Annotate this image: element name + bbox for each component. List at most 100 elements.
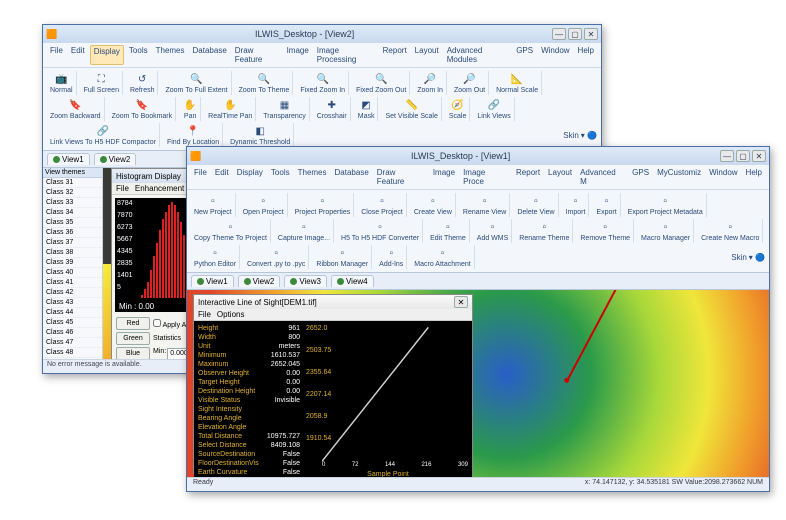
ribbon-ribbon-manager[interactable]: ▫Ribbon Manager [313,245,372,269]
ribbon-capture-image---[interactable]: ▫Capture Image... [275,219,334,243]
ribbon-zoom-backward[interactable]: 🔖Zoom Backward [47,97,105,121]
menu-report[interactable]: Report [513,167,543,187]
menu-tools[interactable]: Tools [126,45,151,65]
ribbon-export-project-metadata[interactable]: ▫Export Project Metadata [625,193,707,217]
class-item[interactable]: Class 42 [43,288,102,298]
ribbon[interactable]: 📺Normal⛶Full Screen↺Refresh🔍Zoom To Full… [43,68,601,151]
menu-edit[interactable]: Edit [68,45,88,65]
ribbon-pan[interactable]: ✋Pan [180,97,201,121]
red-button[interactable]: Red [116,317,150,330]
menu-mycustomiz[interactable]: MyCustomiz [654,167,704,187]
menu-report[interactable]: Report [380,45,410,65]
menubar[interactable]: FileEditDisplayToolsThemesDatabaseDraw F… [43,43,601,68]
ribbon-mask[interactable]: ◩Mask [355,97,379,121]
titlebar[interactable]: 🟧 ILWIS_Desktop - [View1] — ▢ ✕ [187,147,769,165]
ribbon-delete-view[interactable]: ▫Delete View [514,193,558,217]
class-item[interactable]: Class 34 [43,208,102,218]
dem-canvas[interactable]: Interactive Line of Sight[DEM1.tif] ✕ Fi… [187,290,769,477]
ribbon-open-project[interactable]: ▫Open Project [240,193,288,217]
skin-selector[interactable]: Skin ▾ 🔵 [731,245,765,269]
menu-tools[interactable]: Tools [268,167,293,187]
tab-view4[interactable]: View4 [331,275,374,287]
hist-menu-file[interactable]: File [116,184,129,193]
ribbon-normal[interactable]: 📺Normal [47,71,77,95]
ribbon-h5-to-h5-hdf-converter[interactable]: ▫H5 To H5 HDF Converter [338,219,423,243]
ribbon-add-ins[interactable]: ▫Add-Ins [376,245,407,269]
menu-display[interactable]: Display [234,167,266,187]
class-item[interactable]: Class 47 [43,338,102,348]
line-of-sight-marker[interactable] [566,290,633,381]
ribbon-fixed-zoom-in[interactable]: 🔍Fixed Zoom In [297,71,349,95]
ribbon-add-wms[interactable]: ▫Add WMS [474,219,513,243]
ribbon-new-project[interactable]: ▫New Project [191,193,236,217]
class-item[interactable]: Class 40 [43,268,102,278]
class-item[interactable]: Class 33 [43,198,102,208]
menu-database[interactable]: Database [332,167,372,187]
class-item[interactable]: Class 31 [43,178,102,188]
menu-file[interactable]: File [191,167,210,187]
menu-database[interactable]: Database [190,45,230,65]
minimize-button[interactable]: — [720,150,734,162]
maximize-button[interactable]: ▢ [736,150,750,162]
menu-advanced-m[interactable]: Advanced M [577,167,627,187]
ribbon-refresh[interactable]: ↺Refresh [127,71,159,95]
tab-view3[interactable]: View3 [284,275,327,287]
class-item[interactable]: Class 37 [43,238,102,248]
ribbon[interactable]: ▫New Project▫Open Project▫Project Proper… [187,190,769,273]
ribbon-rename-theme[interactable]: ▫Rename Theme [516,219,573,243]
ribbon-import[interactable]: ▫Import [563,193,590,217]
menu-window[interactable]: Window [538,45,572,65]
menu-image[interactable]: Image [430,167,458,187]
maximize-button[interactable]: ▢ [568,28,582,40]
ribbon-normal-scale[interactable]: 📐Normal Scale [493,71,542,95]
menu-layout[interactable]: Layout [412,45,442,65]
ribbon-full-screen[interactable]: ⛶Full Screen [81,71,123,95]
class-item[interactable]: Class 39 [43,258,102,268]
menubar[interactable]: FileEditDisplayToolsThemesDatabaseDraw F… [187,165,769,190]
ribbon-python-editor[interactable]: ▫Python Editor [191,245,240,269]
los-menubar[interactable]: FileOptions [194,309,472,321]
ribbon-zoom-to-bookmark[interactable]: 🔖Zoom To Bookmark [109,97,177,121]
menu-file[interactable]: File [47,45,66,65]
menu-layout[interactable]: Layout [545,167,575,187]
ribbon-fixed-zoom-out[interactable]: 🔍Fixed Zoom Out [353,71,410,95]
ribbon-set-visible-scale[interactable]: 📏Set Visible Scale [382,97,441,121]
menu-themes[interactable]: Themes [153,45,188,65]
menu-draw-feature[interactable]: Draw Feature [374,167,428,187]
ribbon-convert--py-to--pyc[interactable]: ▫Convert .py to .pyc [244,245,309,269]
tab-view2[interactable]: View2 [238,275,281,287]
class-list[interactable]: Class 31Class 32Class 33Class 34Class 35… [43,178,102,359]
class-item[interactable]: Class 32 [43,188,102,198]
menu-image-processing[interactable]: Image Processing [314,45,378,65]
class-item[interactable]: Class 43 [43,298,102,308]
ribbon-copy-theme-to-project[interactable]: ▫Copy Theme To Project [191,219,271,243]
ribbon-scale[interactable]: 🧭Scale [446,97,471,121]
menu-image-proce[interactable]: Image Proce [460,167,511,187]
menu-window[interactable]: Window [706,167,740,187]
tab-view2[interactable]: View2 [94,153,137,165]
class-item[interactable]: Class 48 [43,348,102,358]
class-item[interactable]: Class 45 [43,318,102,328]
menu-display[interactable]: Display [90,45,124,65]
class-item[interactable]: Class 44 [43,308,102,318]
view-tabs[interactable]: View1View2View3View4 [187,273,769,290]
ribbon-remove-theme[interactable]: ▫Remove Theme [577,219,634,243]
ribbon-crosshair[interactable]: ✚Crosshair [314,97,351,121]
green-button[interactable]: Green [116,332,150,345]
ribbon-create-view[interactable]: ▫Create View [411,193,456,217]
close-button[interactable]: ✕ [752,150,766,162]
ribbon-dynamic-threshold[interactable]: ◧Dynamic Threshold [227,123,294,147]
ribbon-link-views-to-h5-hdf-compactor[interactable]: 🔗Link Views To H5 HDF Compactor [47,123,160,147]
menu-gps[interactable]: GPS [513,45,536,65]
los-window[interactable]: Interactive Line of Sight[DEM1.tif] ✕ Fi… [193,294,473,474]
ribbon-zoom-in[interactable]: 🔎Zoom In [414,71,447,95]
ribbon-close-project[interactable]: ▫Close Project [358,193,407,217]
minimize-button[interactable]: — [552,28,566,40]
class-item[interactable]: Class 41 [43,278,102,288]
skin-selector[interactable]: Skin ▾ 🔵 [563,123,597,147]
ribbon-zoom-to-theme[interactable]: 🔍Zoom To Theme [236,71,294,95]
menu-draw-feature[interactable]: Draw Feature [232,45,282,65]
ribbon-project-properties[interactable]: ▫Project Properties [292,193,355,217]
titlebar[interactable]: 🟧 ILWIS_Desktop - [View2] — ▢ ✕ [43,25,601,43]
ribbon-zoom-out[interactable]: 🔎Zoom Out [451,71,489,95]
